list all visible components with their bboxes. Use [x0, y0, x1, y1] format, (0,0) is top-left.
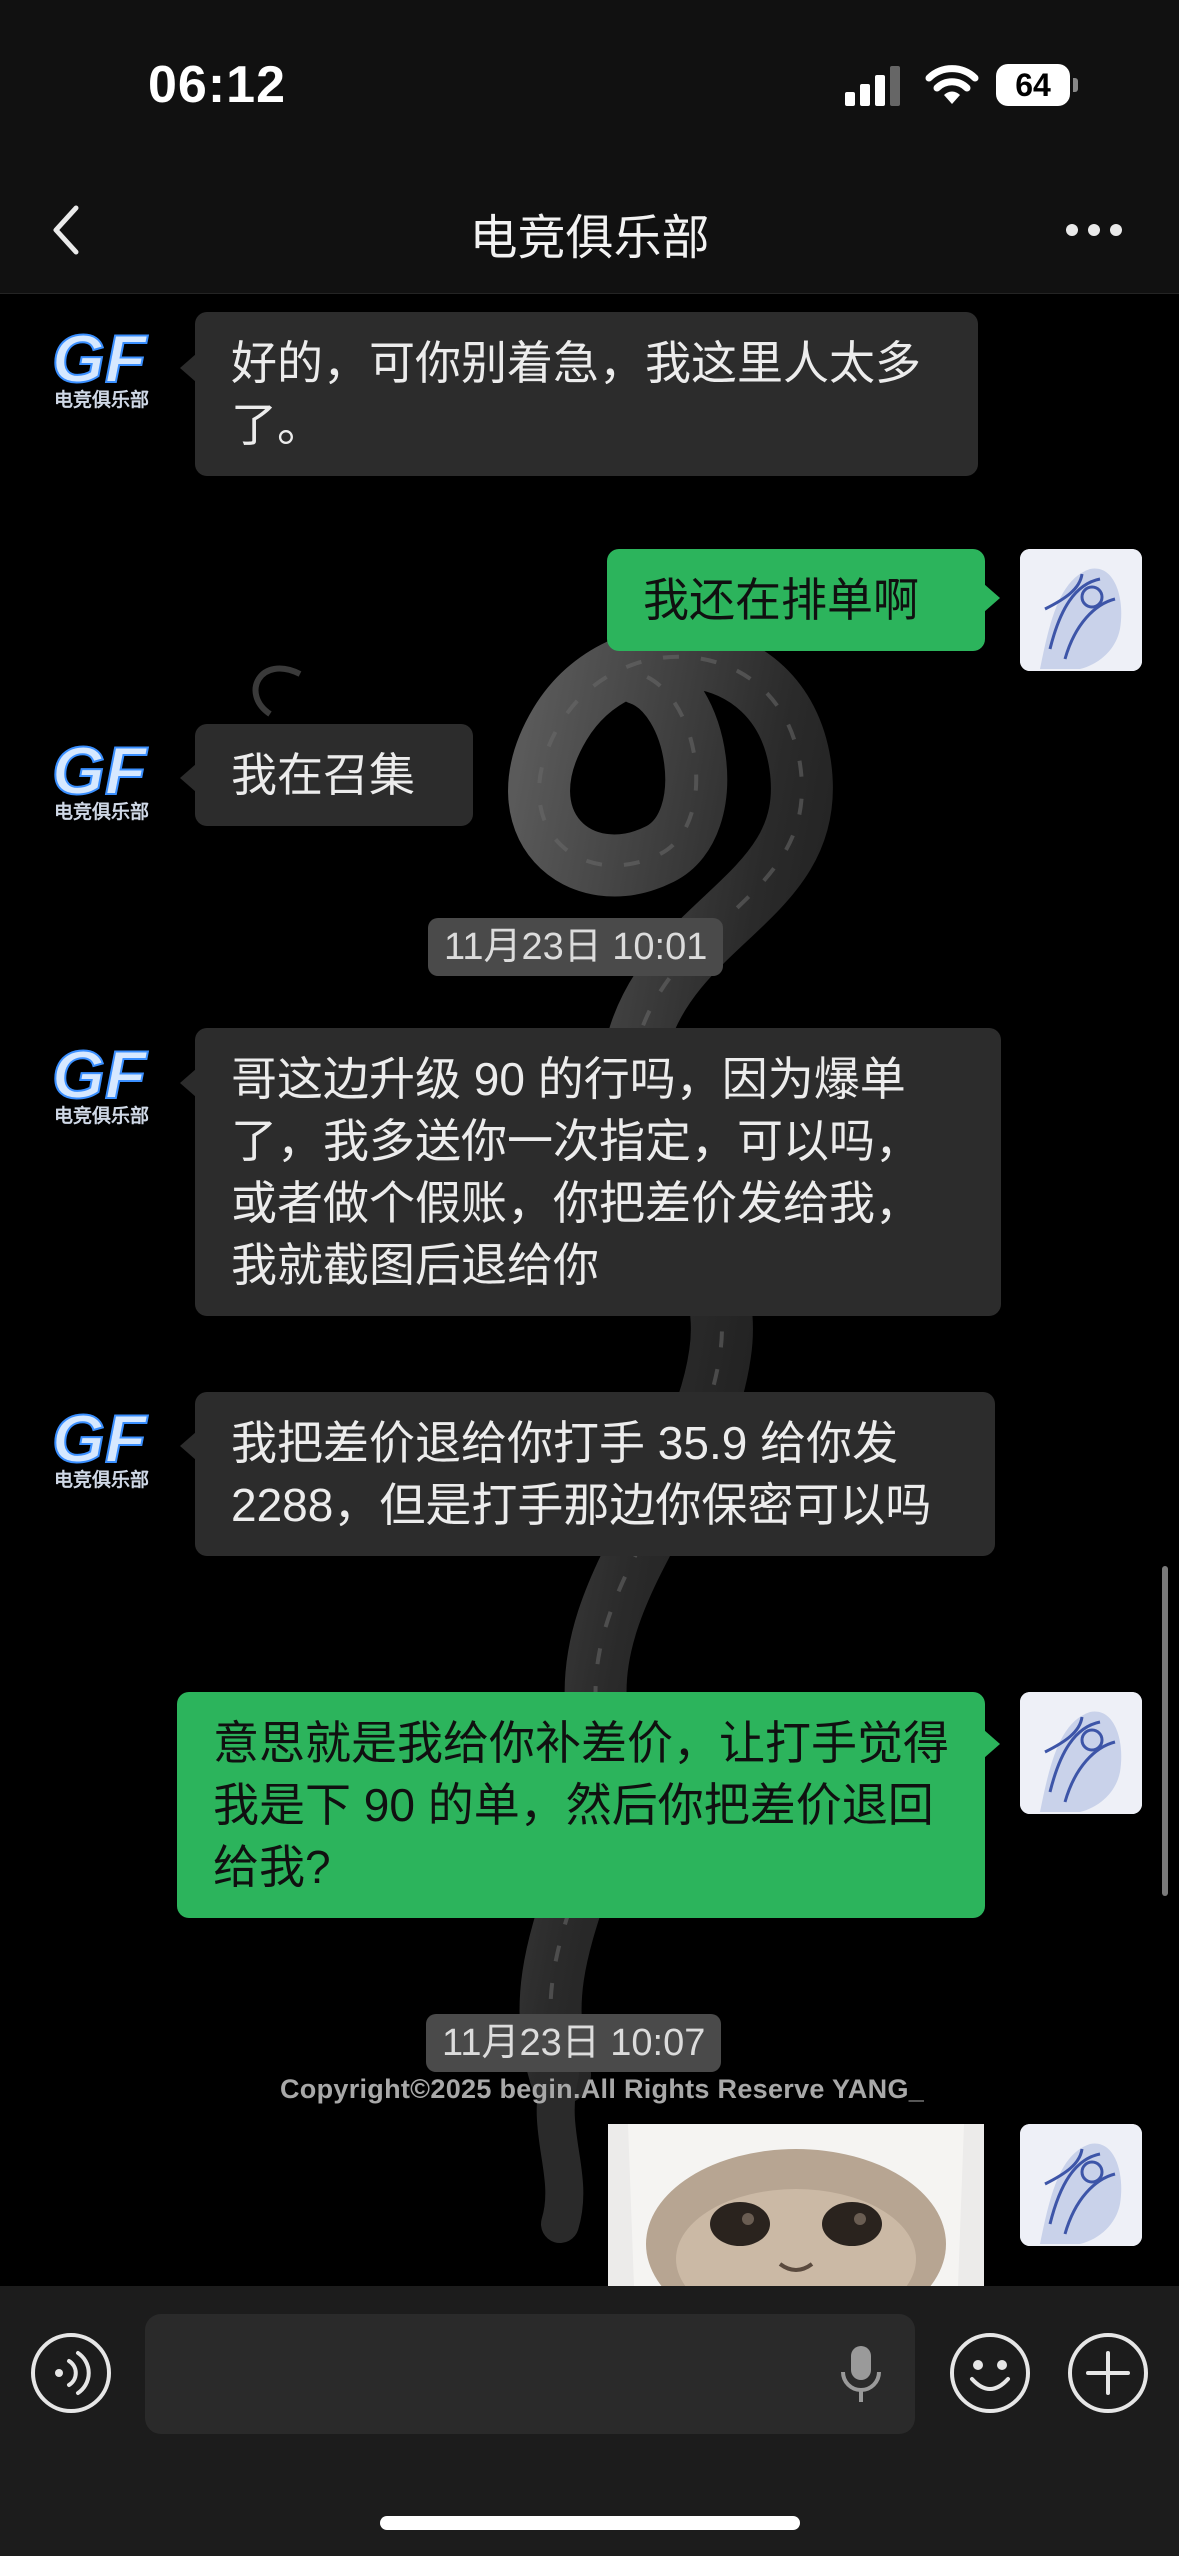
cellular-signal-icon — [845, 66, 900, 106]
svg-text:电竞俱乐部: 电竞俱乐部 — [54, 1104, 149, 1127]
voice-mode-icon[interactable] — [29, 2331, 113, 2415]
emoji-icon[interactable] — [948, 2331, 1032, 2415]
club-avatar[interactable]: GF 电竞俱乐部 — [42, 722, 164, 844]
message-bubble-incoming[interactable]: 我把差价退给你打手 35.9 给你发 2288，但是打手那边你保密可以吗 — [195, 1392, 995, 1556]
message-bubble-incoming[interactable]: 我在召集 — [195, 724, 473, 826]
microphone-icon[interactable] — [836, 2342, 886, 2406]
copyright-watermark: Copyright©2025 begin.All Rights Reserve … — [280, 2074, 925, 2104]
message-bubble-incoming[interactable]: 好的，可你别着急，我这里人太多了。 — [195, 312, 978, 476]
message-bubble-incoming[interactable]: 哥这边升级 90 的行吗，因为爆单了，我多送你一次指定，可以吗，或者做个假账，你… — [195, 1028, 1001, 1316]
battery-level: 64 — [996, 64, 1070, 106]
timestamp: 11月23日 10:07 — [426, 2014, 722, 2072]
svg-text:电竞俱乐部: 电竞俱乐部 — [54, 388, 149, 411]
more-options-icon[interactable] — [1064, 220, 1124, 240]
plus-icon[interactable] — [1066, 2331, 1150, 2415]
svg-text:GF: GF — [52, 321, 148, 397]
battery-icon: 64 — [996, 64, 1078, 106]
svg-text:GF: GF — [52, 1401, 148, 1477]
chat-header: 电竞俱乐部 — [0, 170, 1179, 294]
chat-title: 电竞俱乐部 — [469, 212, 710, 265]
svg-text:GF: GF — [52, 1037, 148, 1113]
timestamp: 11月23日 10:01 — [428, 918, 724, 976]
user-avatar[interactable] — [1020, 1692, 1142, 1814]
image-message-cat[interactable] — [608, 2124, 984, 2286]
club-avatar[interactable]: GF 电竞俱乐部 — [42, 1026, 164, 1148]
message-input[interactable] — [145, 2314, 915, 2434]
status-bar: 06:12 64 — [0, 0, 1179, 170]
home-indicator[interactable] — [380, 2516, 800, 2530]
message-bubble-outgoing[interactable]: 我还在排单啊 — [607, 549, 985, 651]
message-bubble-outgoing[interactable]: 意思就是我给你补差价，让打手觉得我是下 90 的单，然后你把差价退回给我? — [177, 1692, 985, 1918]
message-list[interactable]: GF 电竞俱乐部 好的，可你别着急，我这里人太多了。 我还在排单啊 GF 电竞俱… — [0, 294, 1179, 2286]
club-avatar[interactable]: GF 电竞俱乐部 — [42, 310, 164, 432]
svg-text:电竞俱乐部: 电竞俱乐部 — [54, 800, 149, 823]
svg-text:电竞俱乐部: 电竞俱乐部 — [54, 1468, 149, 1491]
input-bar — [0, 2286, 1179, 2556]
svg-text:GF: GF — [52, 733, 148, 809]
club-avatar[interactable]: GF 电竞俱乐部 — [42, 1390, 164, 1512]
user-avatar[interactable] — [1020, 2124, 1142, 2246]
user-avatar[interactable] — [1020, 549, 1142, 671]
scrollbar[interactable] — [1162, 1566, 1168, 1896]
wifi-icon — [925, 65, 979, 104]
status-time: 06:12 — [148, 56, 286, 114]
